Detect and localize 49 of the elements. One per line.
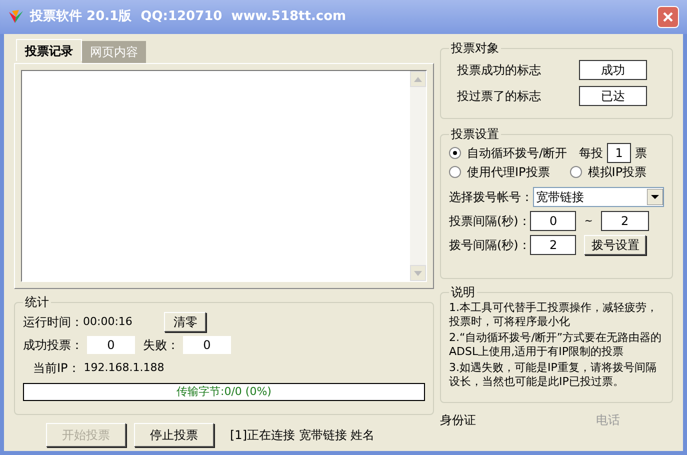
count-field: 0 [87,336,135,354]
group-title: 投票设置 [451,127,499,141]
radio-label: 模拟IP投票 [588,164,647,181]
input-field[interactable]: 2 [600,211,649,231]
field-label: 成功投票： [23,337,83,354]
field-label: 拨号间隔(秒)： [449,237,530,254]
group-title: 投票对象 [451,41,499,55]
input-field[interactable]: 2 [530,235,576,255]
count-field: 0 [183,336,231,354]
radio-label: 自动循环拨号/断开 [467,145,568,162]
progress-text: 传输字节:0/0 (0%) [176,384,272,400]
input-field[interactable]: 0 [530,211,576,231]
field-label: 投过票了的标志 [457,88,542,105]
input-field[interactable]: 1 [607,143,632,163]
field-label: 投票间隔(秒)： [449,213,530,230]
field-label: 每投 [579,145,604,162]
range-separator: ~ [584,214,593,228]
field-label: 投票成功的标志 [457,62,542,79]
ip-address: 192.168.1.188 [84,360,164,376]
app-icon [8,9,24,25]
radio-button[interactable] [570,166,582,178]
account-dropdown[interactable]: 宽带链接 [533,187,664,207]
field-label: 失败： [143,337,179,354]
note-text: 3.如遇失败，可能是IP重复，请将拨号间隔设长，当然也可能是此IP已投过票。 [449,361,658,389]
dropdown-arrow-icon[interactable] [647,189,663,205]
note-text: 2.“自动循环拨号/断开”方式要在无路由器的ADSL上使用,适用于有IP限制的投票 [449,331,663,359]
phone-label: 电话 [596,412,620,429]
window-title: 投票软件 20.1版 QQ:120710 www.518tt.com [30,8,346,26]
tab[interactable]: 投票记录 [16,39,82,61]
status-text: [1]正在连接 宽带链接 姓名 [230,427,375,444]
field-label: 运行时间： [23,314,83,331]
button[interactable]: 停止投票 [134,423,214,447]
close-icon [662,11,674,23]
note-text: 1.本工具可代替手工投票操作，减轻疲劳，投票时，可将程序最小化 [449,301,658,329]
input-field[interactable]: 成功 [579,60,647,80]
close-button[interactable] [657,6,679,28]
button[interactable]: 拨号设置 [584,235,646,255]
button[interactable]: 清零 [164,312,206,332]
radio-label: 使用代理IP投票 [467,164,550,181]
group-title: 说明 [451,285,475,299]
unit-label: 票 [635,145,648,162]
run-time: 00:00:16 [83,314,132,330]
field-label: 选择拨号帐号： [449,189,533,206]
field-label: 当前IP： [33,360,80,377]
group-title: 统计 [25,295,49,309]
radio-button[interactable] [449,166,461,178]
id-label: 身份证 [440,412,476,429]
radio-button[interactable] [449,147,461,159]
input-field[interactable]: 已达 [579,86,647,106]
